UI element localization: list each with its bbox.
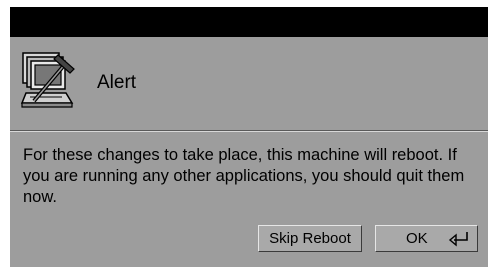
title-bar[interactable] — [10, 7, 488, 37]
ok-button-label: OK — [406, 230, 428, 247]
ok-button[interactable]: OK — [375, 225, 478, 252]
return-key-icon — [448, 232, 468, 247]
computer-with-hammer-icon — [20, 52, 75, 108]
alert-message: For these changes to take place, this ma… — [23, 146, 465, 206]
skip-reboot-button[interactable]: Skip Reboot — [258, 225, 362, 252]
dialog-header: Alert — [10, 37, 488, 131]
dialog-title: Alert — [97, 72, 137, 93]
